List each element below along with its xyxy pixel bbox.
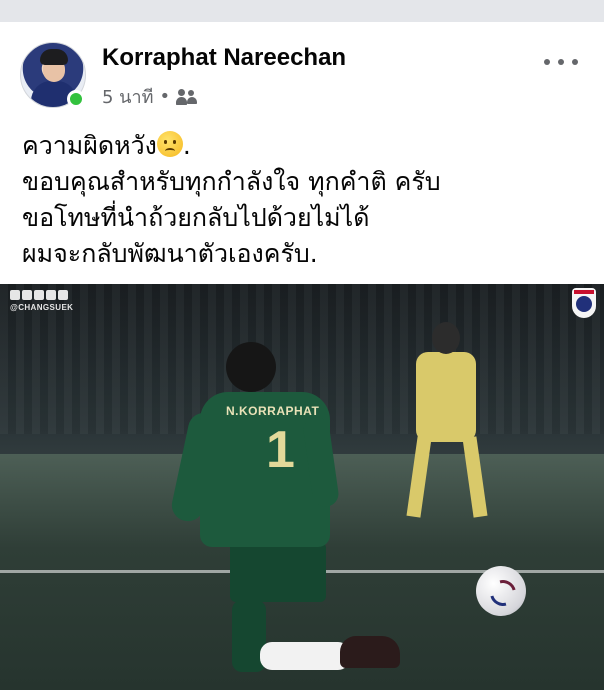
top-bar bbox=[0, 0, 604, 22]
post-caption: ความผิดหวัง. ขอบคุณสำหรับทุกกำลังใจ ทุกค… bbox=[22, 128, 592, 272]
kneeling-player-figure: N.KORRAPHAT 1 bbox=[168, 342, 400, 682]
jersey-number: 1 bbox=[266, 421, 295, 479]
online-status-dot bbox=[67, 90, 85, 108]
caption-line-1: ความผิดหวัง. bbox=[22, 131, 191, 160]
post-photo[interactable]: @CHANGSUEK N.KORRAPHAT 1 bbox=[0, 284, 604, 690]
post-header: Korraphat Nareechan 5 นาที • bbox=[0, 22, 604, 117]
twitter-icon bbox=[58, 290, 68, 300]
boot bbox=[340, 636, 400, 668]
line-icon bbox=[46, 290, 56, 300]
post-meta: 5 นาที • bbox=[102, 82, 198, 111]
bottom-strip bbox=[0, 690, 604, 696]
more-options-button[interactable] bbox=[544, 52, 578, 72]
friends-icon[interactable] bbox=[176, 88, 198, 105]
facebook-icon bbox=[10, 290, 20, 300]
caption-line-2: ขอบคุณสำหรับทุกกำลังใจ ทุกคำติ ครับ bbox=[22, 167, 441, 196]
post-time[interactable]: 5 นาที bbox=[102, 82, 153, 111]
instagram-icon bbox=[22, 290, 32, 300]
goalkeeper-figure bbox=[398, 322, 494, 518]
fa-thailand-crest-icon bbox=[572, 288, 596, 318]
caption-line-4: ผมจะกลับพัฒนาตัวเองครับ. bbox=[22, 239, 318, 268]
youtube-icon bbox=[34, 290, 44, 300]
caption-line-3: ขอโทษที่นำถ้วยกลับไปด้วยไม่ได้ bbox=[22, 203, 370, 232]
meta-separator: • bbox=[159, 86, 171, 107]
football-icon bbox=[476, 566, 526, 616]
watermark-handle: @CHANGSUEK bbox=[10, 303, 74, 312]
more-options-icon bbox=[544, 59, 550, 65]
sad-tear-emoji-icon bbox=[156, 131, 183, 157]
social-icons-watermark bbox=[10, 290, 68, 300]
jersey-name: N.KORRAPHAT bbox=[226, 404, 320, 418]
author-name[interactable]: Korraphat Nareechan bbox=[102, 44, 346, 72]
